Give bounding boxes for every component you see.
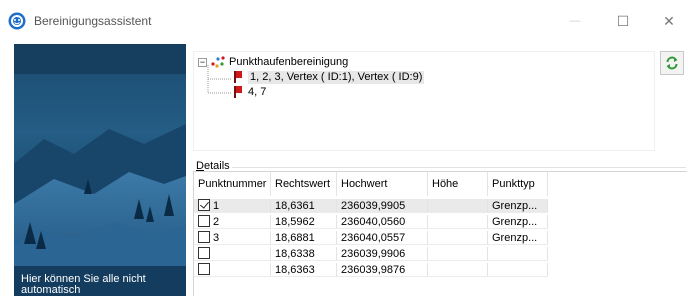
hochwert-cell: 236040,0557 (337, 231, 428, 245)
sidebar-banner: Hier können Sie alle nicht automatisch (14, 44, 186, 296)
table-row[interactable]: 18,6338 236039,9906 (194, 247, 548, 261)
maximize-icon: ☐ (616, 12, 630, 29)
tree-root-node[interactable]: − Punkthaufenbereinigung (198, 55, 348, 69)
hoehe-cell (428, 215, 488, 229)
rechtswert-cell: 18,6338 (271, 247, 337, 261)
maximize-button[interactable]: ☐ (600, 0, 646, 42)
refresh-icon (666, 56, 678, 70)
minimize-button[interactable]: — (552, 0, 598, 42)
refresh-button[interactable] (660, 51, 684, 75)
punkttyp-cell: Grenzp... (488, 231, 548, 245)
minimize-icon: — (569, 15, 581, 27)
hochwert-cell: 236039,9876 (337, 263, 428, 277)
punkttyp-cell (488, 263, 548, 277)
column-header-hoehe[interactable]: Höhe (428, 172, 488, 196)
hochwert-cell: 236039,9905 (337, 199, 428, 213)
column-header-hochwert[interactable]: Hochwert (337, 172, 428, 196)
rechtswert-cell: 18,5962 (271, 215, 337, 229)
window-title: Bereinigungsassistent (34, 14, 152, 28)
hochwert-cell: 236040,0560 (337, 215, 428, 229)
punktnummer-cell: 1 (194, 199, 271, 213)
rechtswert-cell: 18,6881 (271, 231, 337, 245)
punktnummer-value: 3 (213, 232, 220, 244)
hoehe-cell (428, 199, 488, 213)
point-cloud-icon (211, 56, 225, 68)
collapse-toggle[interactable]: − (198, 57, 207, 67)
tree-child-node[interactable]: 4, 7 (232, 85, 266, 99)
rechtswert-cell: 18,6361 (271, 199, 337, 213)
punktnummer-cell: 2 (194, 215, 271, 229)
hoehe-cell (428, 247, 488, 261)
hoehe-cell (428, 231, 488, 245)
tree-child-node[interactable]: 1, 2, 3, Vertex ( ID:1), Vertex ( ID:9) (232, 70, 425, 84)
close-button[interactable]: ✕ (646, 0, 690, 42)
punkttyp-cell (488, 247, 548, 261)
title-bar: Bereinigungsassistent — ☐ ✕ (0, 0, 690, 42)
close-icon: ✕ (663, 12, 675, 29)
red-flag-icon (234, 86, 242, 98)
punktnummer-value: 1 (213, 200, 220, 212)
tree-child-label: 1, 2, 3, Vertex ( ID:1), Vertex ( ID:9) (248, 70, 425, 84)
punktnummer-cell: 3 (194, 231, 271, 245)
hochwert-cell: 236039,9906 (337, 247, 428, 261)
details-grid: Punktnummer Rechtswert Hochwert Höhe Pun… (193, 171, 687, 296)
punktnummer-value: 2 (213, 216, 220, 228)
sidebar-text: Hier können Sie alle nicht automatisch (21, 273, 146, 296)
row-checkbox[interactable] (198, 215, 210, 227)
column-header-rechtswert[interactable]: Rechtswert (271, 172, 337, 196)
row-checkbox[interactable] (198, 263, 210, 275)
hoehe-cell (428, 263, 488, 277)
column-header-punktnummer[interactable]: Punktnummer (194, 172, 271, 196)
row-checkbox[interactable] (198, 247, 210, 259)
row-checkbox[interactable] (198, 199, 210, 211)
tree-child-label: 4, 7 (248, 85, 267, 98)
punkttyp-cell: Grenzp... (488, 199, 548, 213)
details-divider (232, 167, 686, 168)
row-checkbox[interactable] (198, 231, 210, 243)
table-row[interactable]: 2 18,5962 236040,0560 Grenzp... (194, 215, 548, 229)
app-icon (8, 12, 26, 30)
punkttyp-cell: Grenzp... (488, 215, 548, 229)
rechtswert-cell: 18,6363 (271, 263, 337, 277)
winter-landscape-image (14, 44, 186, 296)
table-row[interactable]: 18,6363 236039,9876 (194, 263, 548, 277)
column-header-punkttyp[interactable]: Punkttyp (488, 172, 548, 196)
punktnummer-cell (194, 247, 271, 261)
grid-header: Punktnummer Rechtswert Hochwert Höhe Pun… (194, 172, 548, 196)
punktnummer-cell (194, 263, 271, 277)
tree-panel: − Punkthaufenbereinigung 1, 2, 3, Vertex… (193, 51, 655, 151)
table-row[interactable]: 1 18,6361 236039,9905 Grenzp... (194, 199, 548, 213)
red-flag-icon (234, 71, 242, 83)
tree-root-label: Punkthaufenbereinigung (229, 55, 349, 68)
table-row[interactable]: 3 18,6881 236040,0557 Grenzp... (194, 231, 548, 245)
